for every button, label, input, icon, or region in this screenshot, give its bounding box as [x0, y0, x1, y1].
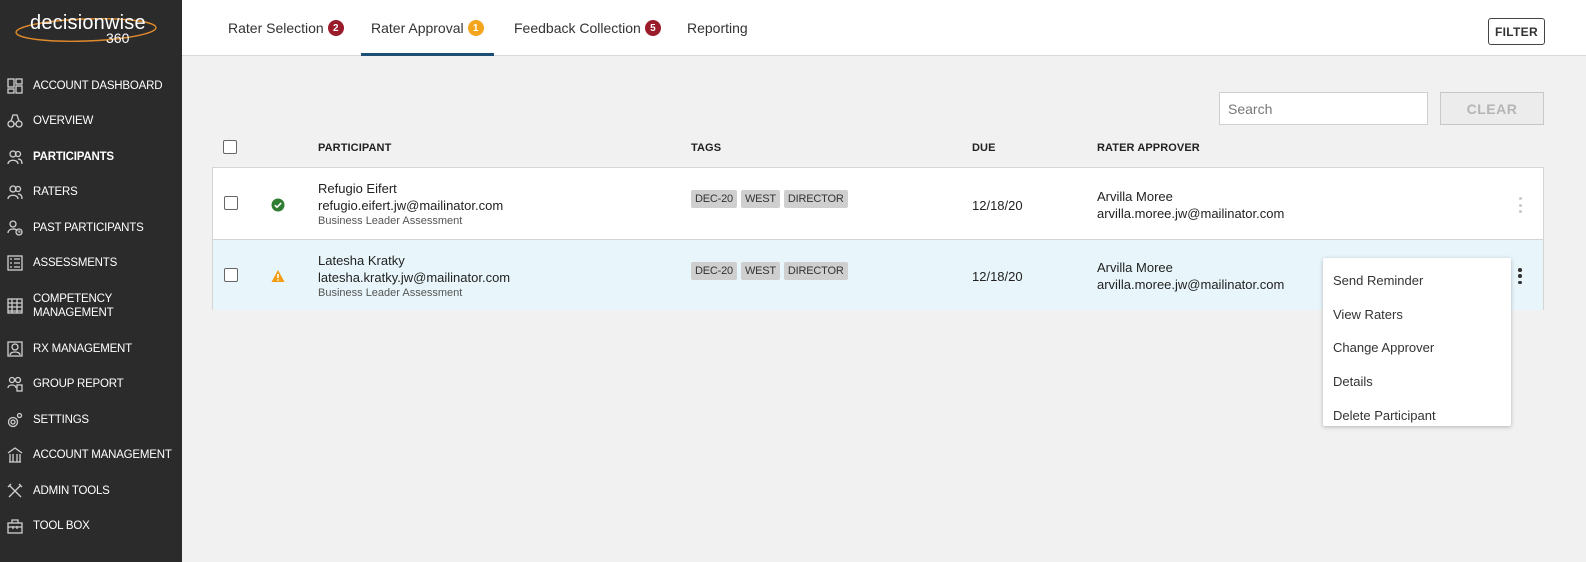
sidebar: decisionwise 360 ACCOUNT DASHBOARD OVERV… [0, 0, 182, 562]
menu-item-delete-participant[interactable]: Delete Participant [1323, 398, 1511, 432]
participant-email: latesha.kratky.jw@mailinator.com [318, 270, 511, 285]
row-context-menu: Send Reminder View Raters Change Approve… [1323, 258, 1511, 426]
column-header-rater-approver[interactable]: RATER APPROVER [1097, 142, 1200, 154]
check-circle-icon [271, 198, 285, 212]
row-checkbox[interactable] [224, 196, 238, 210]
menu-item-view-raters[interactable]: View Raters [1323, 298, 1511, 332]
approver-email: arvilla.moree.jw@mailinator.com [1097, 277, 1285, 292]
sidebar-item-label: ACCOUNT MANAGEMENT [33, 449, 172, 462]
sidebar-item-account-management[interactable]: ACCOUNT MANAGEMENT [0, 438, 182, 474]
sidebar-item-label: TOOL BOX [33, 520, 90, 533]
list-icon [6, 254, 24, 272]
building-icon [6, 446, 24, 464]
menu-item-send-reminder[interactable]: Send Reminder [1323, 264, 1511, 298]
people-icon [6, 183, 24, 201]
sidebar-item-competency-management[interactable]: COMPETENCY MANAGEMENT [0, 281, 182, 331]
top-tab-bar: Rater Selection 2 Rater Approval 1 Feedb… [182, 0, 1586, 56]
people-icon [6, 148, 24, 166]
tab-label: Rater Selection [228, 20, 324, 36]
group-report-icon [6, 375, 24, 393]
tag-badge: WEST [740, 262, 780, 280]
sidebar-item-tool-box[interactable]: TOOL BOX [0, 509, 182, 545]
due-date: 12/18/20 [972, 269, 1023, 284]
search-input[interactable] [1219, 92, 1428, 125]
participant-assessment: Business Leader Assessment [318, 215, 463, 227]
warning-icon [271, 270, 285, 282]
brand-suffix: 360 [106, 30, 130, 46]
sidebar-item-label: RX MANAGEMENT [33, 342, 132, 355]
tag-badge: DIRECTOR [783, 190, 848, 208]
sidebar-item-past-participants[interactable]: PAST PARTICIPANTS [0, 210, 182, 246]
tools-icon [6, 482, 24, 500]
tag-badge: DEC-20 [691, 190, 737, 208]
column-header-due[interactable]: DUE [972, 142, 996, 154]
sidebar-item-rx-management[interactable]: RX MANAGEMENT [0, 331, 182, 367]
more-options-icon[interactable] [1515, 197, 1525, 213]
column-header-participant[interactable]: PARTICIPANT [318, 142, 391, 154]
tag-badge: DIRECTOR [783, 262, 848, 280]
sidebar-item-settings[interactable]: SETTINGS [0, 402, 182, 438]
menu-item-change-approver[interactable]: Change Approver [1323, 331, 1511, 365]
binoculars-icon [6, 112, 24, 130]
sidebar-item-label: OVERVIEW [33, 115, 94, 128]
select-all-checkbox[interactable] [223, 140, 237, 154]
table-header: PARTICIPANT TAGS DUE RATER APPROVER [213, 138, 1544, 160]
tab-count-badge: 5 [644, 20, 661, 36]
sidebar-item-label: PARTICIPANTS [33, 150, 114, 163]
tab-label: Feedback Collection [514, 20, 641, 36]
participant-email: refugio.eifert.jw@mailinator.com [318, 198, 504, 213]
sidebar-item-label: ASSESSMENTS [33, 257, 118, 270]
tab-reporting[interactable]: Reporting [687, 0, 748, 56]
toolbox-icon [6, 517, 24, 535]
tab-rater-approval[interactable]: Rater Approval 1 [361, 0, 494, 56]
approver-name: Arvilla Moree [1097, 260, 1173, 275]
due-date: 12/18/20 [972, 198, 1023, 213]
tab-count-badge: 2 [327, 20, 344, 36]
sidebar-item-assessments[interactable]: ASSESSMENTS [0, 246, 182, 282]
tag-list: DEC-20 WEST DIRECTOR [691, 262, 848, 280]
approver-name: Arvilla Moree [1097, 189, 1173, 204]
sidebar-item-account-dashboard[interactable]: ACCOUNT DASHBOARD [0, 68, 182, 104]
approver-email: arvilla.moree.jw@mailinator.com [1097, 206, 1285, 221]
tab-feedback-collection[interactable]: Feedback Collection 5 [514, 0, 661, 56]
sidebar-item-label: COMPETENCY MANAGEMENT [33, 293, 114, 319]
sidebar-item-label: ADMIN TOOLS [33, 484, 110, 497]
tag-badge: DEC-20 [691, 262, 737, 280]
row-checkbox[interactable] [224, 268, 238, 282]
gear-icon [6, 411, 24, 429]
tab-label: Rater Approval [371, 20, 464, 36]
clear-button[interactable]: CLEAR [1440, 92, 1544, 125]
sidebar-item-overview[interactable]: OVERVIEW [0, 104, 182, 140]
brand-logo[interactable]: decisionwise 360 [14, 10, 160, 50]
dashboard-icon [6, 77, 24, 95]
tab-count-badge: 1 [467, 20, 484, 36]
sidebar-item-participants[interactable]: PARTICIPANTS [0, 139, 182, 175]
sidebar-item-label: SETTINGS [33, 413, 89, 426]
participant-assessment: Business Leader Assessment [318, 287, 463, 299]
table-row[interactable]: Refugio Eifert refugio.eifert.jw@mailina… [213, 168, 1543, 239]
people-history-icon [6, 219, 24, 237]
tab-rater-selection[interactable]: Rater Selection 2 [228, 0, 344, 56]
more-options-icon[interactable] [1515, 268, 1525, 284]
sidebar-item-admin-tools[interactable]: ADMIN TOOLS [0, 473, 182, 509]
sidebar-nav: ACCOUNT DASHBOARD OVERVIEW PARTICIPANTS … [0, 68, 182, 544]
participant-name[interactable]: Refugio Eifert [318, 181, 397, 196]
sidebar-item-group-report[interactable]: GROUP REPORT [0, 367, 182, 403]
sidebar-item-raters[interactable]: RATERS [0, 175, 182, 211]
sidebar-item-label: RATERS [33, 186, 78, 199]
tag-list: DEC-20 WEST DIRECTOR [691, 190, 848, 208]
sidebar-item-label: PAST PARTICIPANTS [33, 221, 144, 234]
participant-name[interactable]: Latesha Kratky [318, 253, 405, 268]
sidebar-item-label: GROUP REPORT [33, 378, 124, 391]
filter-button[interactable]: FILTER [1488, 18, 1545, 45]
grid-icon [6, 297, 24, 315]
tag-badge: WEST [740, 190, 780, 208]
sidebar-item-label: ACCOUNT DASHBOARD [33, 79, 163, 92]
person-card-icon [6, 340, 24, 358]
column-header-tags[interactable]: TAGS [691, 142, 721, 154]
menu-item-details[interactable]: Details [1323, 365, 1511, 399]
tab-label: Reporting [687, 20, 748, 36]
